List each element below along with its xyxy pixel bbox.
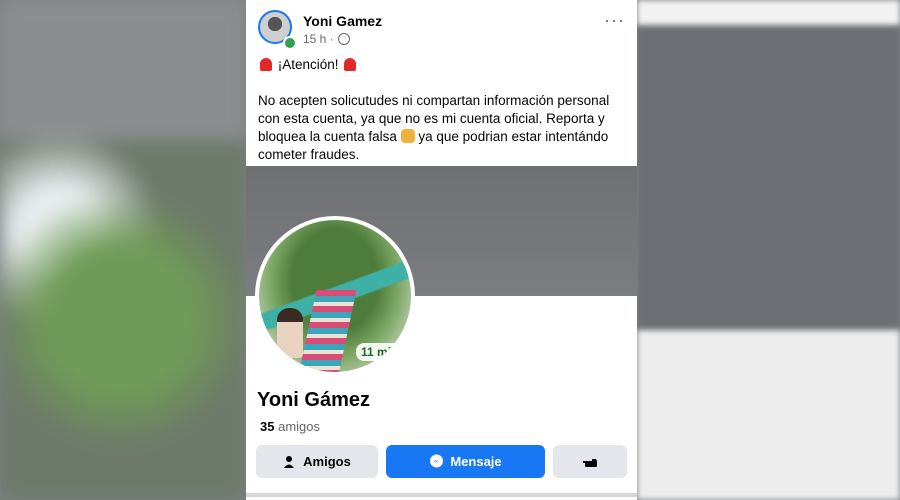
alert-title: ¡Atención! xyxy=(277,57,339,72)
pointing-hand-icon xyxy=(583,458,597,467)
stairs-image xyxy=(297,290,357,372)
post-meta: 15 h · xyxy=(303,32,350,46)
more-actions-button[interactable] xyxy=(553,445,627,478)
profile-picture[interactable]: 11 min xyxy=(255,216,415,376)
messenger-icon xyxy=(430,454,444,468)
profile-name[interactable]: Yoni Gámez xyxy=(257,389,370,412)
profile-actions: Amigos Mensaje xyxy=(256,445,627,478)
blurred-background-left xyxy=(0,0,246,500)
post-timestamp[interactable]: 15 h · xyxy=(303,32,334,46)
person-image xyxy=(277,308,303,358)
friends-number: 35 xyxy=(260,419,275,434)
person-check-icon xyxy=(284,455,295,468)
folded-hands-icon xyxy=(400,129,415,143)
friends-button-label: Amigos xyxy=(303,454,351,469)
post-text: ¡Atención! No acepten solicutudes ni com… xyxy=(246,52,637,164)
shared-profile-card[interactable]: 11 min Yoni Gámez 35 amigos Amigos Mensa… xyxy=(246,166,637,500)
message-button[interactable]: Mensaje xyxy=(386,445,545,478)
friends-count: 35 amigos xyxy=(260,419,320,434)
friends-button[interactable]: Amigos xyxy=(256,445,378,478)
siren-icon xyxy=(344,58,357,71)
alert-line: ¡Atención! xyxy=(258,56,625,74)
online-status-icon xyxy=(283,36,297,50)
more-options-icon[interactable]: ··· xyxy=(604,10,625,31)
divider xyxy=(246,493,637,497)
siren-icon xyxy=(260,58,272,71)
post-author-name[interactable]: Yoni Gamez xyxy=(303,13,382,29)
friends-label: amigos xyxy=(278,419,321,434)
globe-icon xyxy=(337,33,350,45)
facebook-post-panel: Yoni Gamez 15 h · ··· ¡Atención! No acep… xyxy=(246,0,637,500)
post-body: No acepten solicutudes ni compartan info… xyxy=(258,92,625,164)
blurred-background-right xyxy=(637,0,900,500)
story-time-badge: 11 min xyxy=(356,343,404,361)
post-header: Yoni Gamez 15 h · ··· xyxy=(246,0,637,52)
message-button-label: Mensaje xyxy=(450,454,502,469)
